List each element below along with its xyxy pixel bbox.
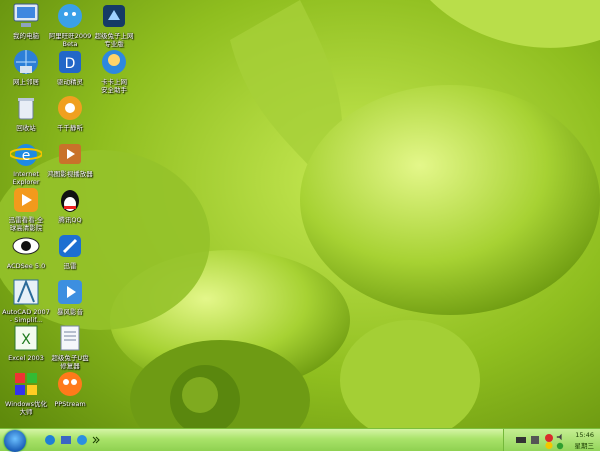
desktop-icon-label: 千千静听	[57, 124, 83, 132]
desktop-icon[interactable]: 腾讯QQ	[44, 184, 96, 225]
autocad-icon	[13, 279, 39, 305]
desktop-icon-label: 迅雷	[63, 262, 77, 270]
antivirus-tray-icon[interactable]	[556, 442, 564, 450]
internet-explorer-icon: e	[10, 144, 42, 166]
network-icon	[14, 50, 38, 74]
desktop-icon[interactable]: 超级兔子上网 专业版	[88, 0, 140, 48]
svg-text:X: X	[21, 332, 31, 348]
ie-quicklaunch-icon[interactable]	[76, 434, 88, 446]
windows-optimizer-icon	[15, 373, 37, 395]
svg-text:e: e	[22, 148, 31, 164]
desktop-icon[interactable]: PPStream	[44, 368, 96, 409]
qq-tray-icon[interactable]	[544, 441, 554, 450]
clock-time[interactable]: 15:46	[575, 431, 594, 439]
aliwangwang-icon	[58, 4, 82, 28]
media-quicklaunch-icon[interactable]	[60, 434, 72, 446]
kaka-icon	[102, 50, 126, 74]
keyboard-tray-icon[interactable]	[516, 435, 526, 445]
desktop-icon-label: PPStream	[54, 400, 86, 408]
desktop-icon[interactable]: 迅雷	[44, 230, 96, 271]
ppstream-icon	[58, 372, 82, 396]
excel-icon: X	[14, 325, 38, 351]
acdsee-icon	[12, 237, 40, 255]
volume-tray-icon[interactable]	[556, 433, 564, 441]
desktop-icon[interactable]: 鸿图影视播放器	[44, 138, 96, 179]
my-computer-icon	[13, 3, 39, 27]
svg-text:D: D	[65, 56, 76, 72]
desktop-icon[interactable]: 卡卡上网 安全助手	[88, 46, 140, 94]
desktop-icon-label: 卡卡上网 安全助手	[101, 78, 127, 94]
show-desktop-icon[interactable]	[44, 434, 56, 446]
desktop-icon-label: 腾讯QQ	[58, 216, 82, 224]
xunlei-icon	[59, 235, 81, 257]
clock-day[interactable]: 星期三	[575, 440, 595, 450]
desktop-icon[interactable]: 千千静听	[44, 92, 96, 133]
qq-icon	[61, 190, 79, 212]
desktop-icon-label: 鸿图影视播放器	[47, 170, 93, 178]
xunlei-kankan-icon	[14, 188, 38, 212]
system-tray: 15:46 星期三	[503, 429, 600, 451]
taskbar: 15:46 星期三	[0, 428, 600, 452]
quicklaunch-expand-icon[interactable]	[92, 434, 100, 446]
desktop: 我的电脑 网上邻居 回收站 e Internet Explorer 迅雷看看-全 球高清影…	[0, 0, 600, 428]
recycle-bin-icon	[18, 98, 34, 120]
document-icon	[60, 325, 80, 351]
super-rabbit-icon	[103, 5, 125, 27]
desktop-icon[interactable]: 超级兔子U盘 修复器	[44, 322, 96, 370]
start-button[interactable]	[4, 430, 26, 452]
desktop-icon[interactable]: 暴风影音	[44, 276, 96, 317]
driver-genius-icon: D	[59, 51, 81, 73]
media-player-icon	[59, 144, 81, 164]
ttplayer-icon	[58, 96, 82, 120]
desktop-icon-label: 暴风影音	[57, 308, 83, 316]
network-tray-icon[interactable]	[530, 435, 540, 445]
storm-player-icon	[58, 280, 82, 304]
